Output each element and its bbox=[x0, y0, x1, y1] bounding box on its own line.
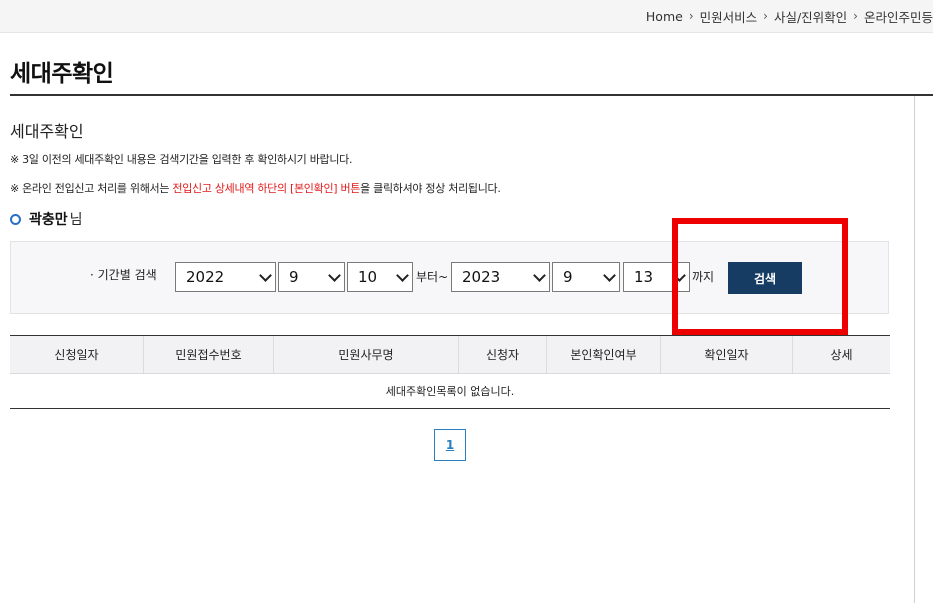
breadcrumb: Home › 민원서비스 › 사실/진위확인 › 온라인주민등 bbox=[646, 0, 933, 32]
notice-prefix: ※ 온라인 전입신고 처리를 위해서는 bbox=[10, 182, 173, 195]
from-month-value: 9 bbox=[289, 268, 299, 286]
notice-suffix: 을 클릭하셔야 정상 처리됩니다. bbox=[360, 182, 501, 195]
to-day-value: 13 bbox=[634, 268, 654, 286]
from-text: 부터~ bbox=[416, 270, 449, 284]
from-year-select[interactable]: 2022 bbox=[175, 262, 276, 292]
chevron-down-icon bbox=[533, 269, 546, 282]
to-month-value: 9 bbox=[563, 268, 573, 286]
breadcrumb-civil-service[interactable]: 민원서비스 bbox=[700, 7, 758, 26]
highlight-box bbox=[672, 218, 848, 335]
column-header-service-name: 민원사무명 bbox=[274, 336, 459, 373]
chevron-right-icon: › bbox=[853, 9, 858, 23]
from-month-select[interactable]: 9 bbox=[278, 262, 345, 292]
from-year-value: 2022 bbox=[186, 268, 225, 286]
chevron-down-icon bbox=[259, 269, 272, 282]
to-year-value: 2023 bbox=[462, 268, 501, 286]
page-title: 세대주확인 bbox=[10, 61, 114, 87]
table-empty-message: 세대주확인목록이 없습니다. bbox=[10, 374, 890, 409]
column-header-identity-confirmed: 본인확인여부 bbox=[547, 336, 661, 373]
chevron-right-icon: › bbox=[763, 9, 768, 23]
to-year-select[interactable]: 2023 bbox=[451, 262, 550, 292]
table-header: 신청일자 민원접수번호 민원사무명 신청자 본인확인여부 확인일자 상세 bbox=[10, 336, 890, 374]
notice-online-move-in: ※ 온라인 전입신고 처리를 위해서는 전입신고 상세내역 하단의 [본인확인]… bbox=[10, 180, 501, 196]
breadcrumb-fact-verification[interactable]: 사실/진위확인 bbox=[774, 7, 847, 26]
notice-highlight: 전입신고 상세내역 하단의 [본인확인] 버튼 bbox=[172, 182, 361, 195]
circle-bullet-icon bbox=[10, 213, 21, 225]
from-day-select[interactable]: 10 bbox=[347, 262, 413, 292]
column-header-details: 상세 bbox=[830, 348, 853, 362]
right-divider bbox=[914, 96, 915, 603]
column-header-receipt-number: 민원접수번호 bbox=[144, 336, 274, 373]
chevron-down-icon bbox=[603, 269, 616, 282]
notice-search-period: ※ 3일 이전의 세대주확인 내용은 검색기간을 입력한 후 확인하시기 바랍니… bbox=[10, 153, 353, 166]
section-title: 세대주확인 bbox=[10, 122, 84, 141]
from-day-value: 10 bbox=[358, 268, 378, 286]
chevron-right-icon: › bbox=[688, 9, 694, 23]
column-header-request-date: 신청일자 bbox=[10, 336, 144, 373]
chevron-down-icon bbox=[328, 269, 341, 282]
title-divider bbox=[10, 94, 933, 96]
to-month-select[interactable]: 9 bbox=[552, 262, 620, 292]
breadcrumb-online-resident[interactable]: 온라인주민등 bbox=[864, 7, 933, 26]
user-name: 곽충만 bbox=[29, 212, 68, 228]
pagination-page-1[interactable]: 1 bbox=[434, 429, 466, 461]
breadcrumb-home[interactable]: Home bbox=[646, 9, 683, 24]
column-header-confirmation-date: 확인일자 bbox=[661, 336, 793, 373]
column-header-applicant: 신청자 bbox=[459, 336, 547, 373]
user-honorific: 님 bbox=[69, 212, 83, 228]
period-search-label: · 기간별 검색 bbox=[90, 268, 157, 282]
chevron-down-icon bbox=[396, 269, 409, 282]
user-greeting: 곽충만 님 bbox=[10, 209, 83, 229]
